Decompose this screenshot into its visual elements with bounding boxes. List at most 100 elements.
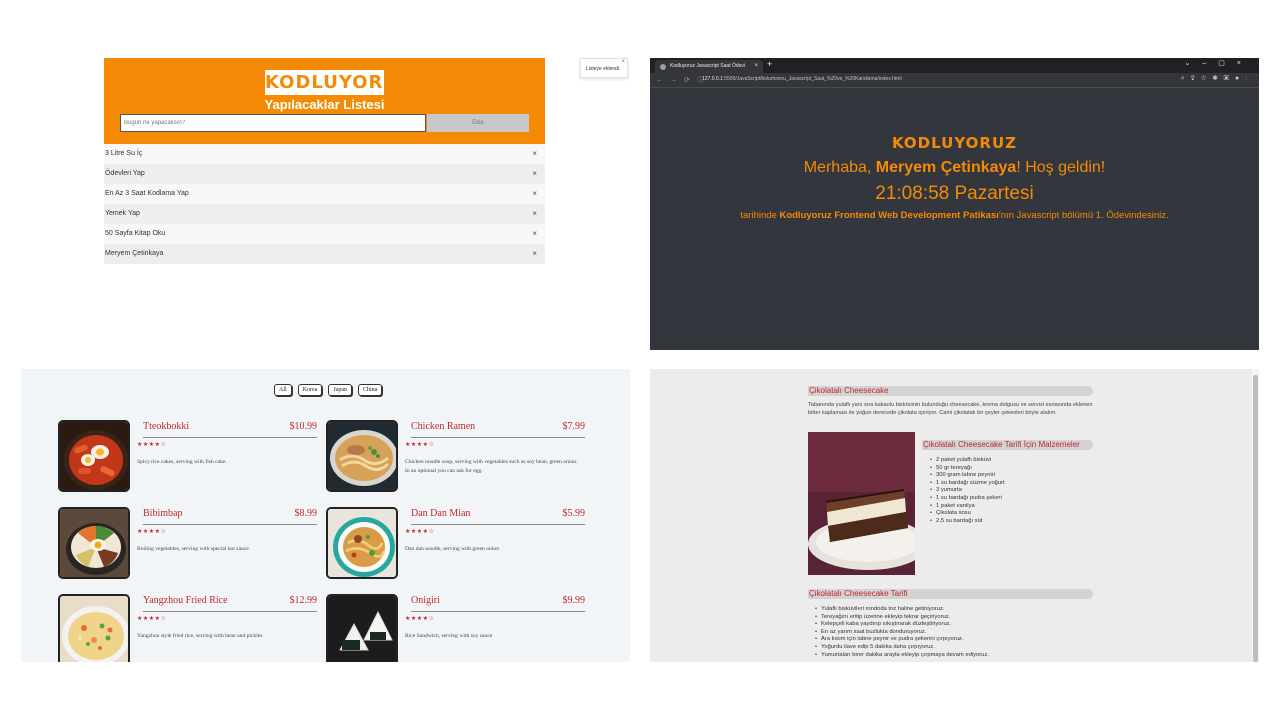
dish-price: $12.99 bbox=[289, 595, 318, 606]
desc-course: Kodluyoruz Frontend Web Development Pati… bbox=[779, 210, 999, 221]
divider bbox=[411, 524, 585, 525]
menu-item: Yangzhou Fried Rice $12.99 ★★★★☆ Yangzho… bbox=[58, 594, 317, 662]
list-item: Ara kısım için labne peynir ve pudra şek… bbox=[815, 636, 989, 644]
cheesecake-photo bbox=[808, 432, 915, 575]
window-controls[interactable]: ⌄–▢× bbox=[1185, 59, 1253, 67]
close-icon[interactable]: × bbox=[621, 52, 625, 72]
menu-item: Dan Dan Mian $5.99 ★★★★☆ Dan dan noodle,… bbox=[326, 507, 585, 579]
close-icon[interactable]: × bbox=[532, 164, 537, 184]
list-item: 3 yumurta bbox=[930, 487, 1005, 495]
browser-toolbar-icons[interactable]: ⌕⇪☆✱▣●⋮ bbox=[1181, 75, 1253, 83]
dish-photo bbox=[326, 507, 398, 579]
course-description: tarihinde Kodluyoruz Frontend Web Develo… bbox=[650, 210, 1259, 221]
todo-add-button[interactable]: Ekle bbox=[427, 114, 529, 132]
dish-description: Boiling vegetables, serving with special… bbox=[137, 546, 249, 552]
divider bbox=[143, 611, 317, 612]
recipe-title: Çikolatalı Cheesecake bbox=[808, 386, 1093, 396]
kodluyoruz-logo: KODLUYORUZ bbox=[891, 134, 1018, 152]
dish-price: $7.99 bbox=[562, 421, 586, 432]
todo-list: 3 Litre Su İç × Ödevleri Yap × En Az 3 Saa… bbox=[104, 144, 545, 264]
dish-title: Tteokbokki bbox=[143, 421, 190, 432]
menu-item: Chicken Ramen $7.99 ★★★★☆ Chicken noodle… bbox=[326, 420, 585, 492]
new-tab-button[interactable]: + bbox=[767, 59, 772, 69]
greeting-text: Merhaba, Meryem Çetinkaya! Hoş geldin! bbox=[650, 159, 1259, 177]
close-icon[interactable]: × bbox=[532, 224, 537, 244]
recipe-intro: Tabanında yulaflı yanı sıra kakaolu bisk… bbox=[808, 402, 1093, 416]
todo-item[interactable]: Meryem Çetinkaya × bbox=[104, 244, 545, 264]
list-item: Yoğurdu ilave edip 5 dakika daha çırpıyo… bbox=[815, 644, 989, 652]
todo-item[interactable]: En Az 3 Saat Kodlama Yap × bbox=[104, 184, 545, 204]
star-rating: ★★★★☆ bbox=[137, 529, 167, 535]
list-item: Çikolata sosu bbox=[930, 510, 1005, 518]
star-rating: ★★★★☆ bbox=[137, 442, 167, 448]
dish-title: Bibimbap bbox=[143, 508, 183, 519]
todo-item-label: En Az 3 Saat Kodlama Yap bbox=[105, 190, 189, 197]
filter-all-button[interactable]: All bbox=[274, 384, 292, 396]
menu-item: Onigiri $9.99 ★★★★☆ Rice Sandwich, servi… bbox=[326, 594, 585, 662]
divider bbox=[143, 524, 317, 525]
list-item: 300 gram labne peyniri bbox=[930, 472, 1005, 480]
todo-item-label: 50 Sayfa Kitap Oku bbox=[105, 230, 166, 237]
list-item: 1 su bardağı pudra şekeri bbox=[930, 495, 1005, 503]
dish-price: $5.99 bbox=[562, 508, 586, 519]
star-rating: ★★★★☆ bbox=[137, 616, 167, 622]
close-icon[interactable]: × bbox=[532, 184, 537, 204]
divider bbox=[411, 611, 585, 612]
list-item: Yulaflı bisküvileri rondoda toz haline g… bbox=[815, 606, 989, 614]
ingredients-heading: Çikolatalı Cheesecake Tarifi İçin Malzem… bbox=[922, 440, 1093, 450]
filter-china-button[interactable]: China bbox=[358, 384, 383, 396]
dish-price: $9.99 bbox=[562, 595, 586, 606]
todo-input[interactable] bbox=[120, 114, 426, 132]
url-field[interactable]: 127.0.0.1:5500/JavaScript/bolumsonu_Java… bbox=[702, 76, 902, 82]
dish-photo bbox=[58, 507, 130, 579]
kodluyoruz-logo: KODLUYORUZ bbox=[265, 70, 414, 95]
clock-display: 21:08:58 Pazartesi bbox=[875, 183, 1034, 204]
filter-korea-button[interactable]: Korea bbox=[297, 384, 323, 396]
toast-notification: Listeye eklendi. × bbox=[580, 58, 628, 78]
browser-address-bar: ←→⟳ⓘ 127.0.0.1:5500/JavaScript/bolumsonu… bbox=[650, 73, 1259, 88]
list-item: Kelepçeli kaba yaydırıp sıkıştırarak düz… bbox=[815, 621, 989, 629]
star-rating: ★★★★☆ bbox=[405, 442, 435, 448]
todo-item[interactable]: Yemek Yap × bbox=[104, 204, 545, 224]
todo-title: Yapılacaklar Listesi bbox=[264, 97, 385, 112]
todo-item-label: Ödevleri Yap bbox=[105, 170, 145, 177]
menu-item: Bibimbap $8.99 ★★★★☆ Boiling vegetables,… bbox=[58, 507, 317, 579]
recipe-page: Çikolatalı Cheesecake Tabanında yulaflı … bbox=[650, 369, 1259, 662]
todo-header: KODLUYORUZ Yapılacaklar Listesi Ekle bbox=[104, 58, 545, 144]
dish-title: Chicken Ramen bbox=[411, 421, 476, 432]
scrollbar[interactable] bbox=[1252, 369, 1259, 662]
menu-item: Tteokbokki $10.99 ★★★★☆ Spicy rice cakes… bbox=[58, 420, 317, 492]
filter-japan-button[interactable]: Japan bbox=[328, 384, 353, 396]
dish-description: Dan dan noodle, serving with green onion bbox=[405, 546, 499, 552]
scrollbar-thumb[interactable] bbox=[1253, 375, 1258, 662]
close-icon[interactable]: × bbox=[532, 144, 537, 164]
dish-description: Chicken noodle soup, serving with vegeta… bbox=[405, 459, 578, 474]
dish-price: $8.99 bbox=[294, 508, 318, 519]
list-item: 1 su bardağı süzme yoğurt bbox=[930, 480, 1005, 488]
todo-item[interactable]: Ödevleri Yap × bbox=[104, 164, 545, 184]
dish-photo bbox=[58, 420, 130, 492]
dish-photo bbox=[326, 420, 398, 492]
ingredients-list: 2 paket yulaflı bisküvi 50 gr tereyağı 3… bbox=[930, 457, 1005, 525]
todo-item[interactable]: 50 Sayfa Kitap Oku × bbox=[104, 224, 545, 244]
dish-description: Spicy rice cakes, serving with fish cake… bbox=[137, 459, 227, 465]
dish-title: Dan Dan Mian bbox=[411, 508, 471, 519]
browser-tab[interactable]: Kodluyoruz Javascript Saat Ödevi × bbox=[655, 60, 763, 73]
list-item: Tereyağını eritip üzerine ekleyip tekrar… bbox=[815, 614, 989, 622]
close-icon[interactable]: × bbox=[532, 204, 537, 224]
desc-suffix: 'nın Javascript bölümü 1. Ödevindesiniz. bbox=[998, 210, 1169, 221]
browser-window: Kodluyoruz Javascript Saat Ödevi × + ⌄–▢… bbox=[650, 58, 1259, 350]
close-icon[interactable]: × bbox=[754, 60, 758, 73]
dish-description: Rice Sandwich, serving with soy sauce bbox=[405, 633, 493, 639]
steps-heading: Çikolatalı Cheesecake Tarifi bbox=[808, 589, 1093, 599]
user-name: Meryem Çetinkaya bbox=[875, 159, 1017, 176]
todo-item[interactable]: 3 Litre Su İç × bbox=[104, 144, 545, 164]
list-item: 1 paket vanilya bbox=[930, 503, 1005, 511]
greeting-prefix: Merhaba, bbox=[803, 159, 876, 176]
dish-title: Onigiri bbox=[411, 595, 440, 606]
screenshot-collage: KODLUYORUZ Yapılacaklar Listesi Ekle 3 L… bbox=[0, 0, 1280, 720]
steps-list: Yulaflı bisküvileri rondoda toz haline g… bbox=[815, 606, 989, 659]
close-icon[interactable]: × bbox=[532, 244, 537, 264]
toast-message: Listeye eklendi. bbox=[586, 66, 621, 72]
divider bbox=[143, 437, 317, 438]
